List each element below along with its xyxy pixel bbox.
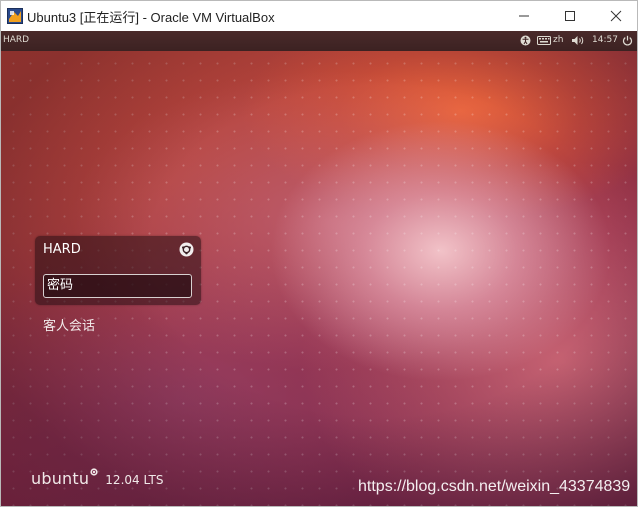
circle-of-friends-icon (90, 461, 98, 476)
panel-clock[interactable]: 14:57 (592, 35, 618, 45)
virtualbox-window: Ubuntu3 [正在运行] - Oracle VM VirtualBox HA… (0, 0, 638, 507)
minimize-button[interactable] (501, 1, 547, 31)
close-icon (610, 10, 622, 22)
login-box: HARD 密码 (35, 236, 201, 305)
close-button[interactable] (593, 1, 638, 31)
keyboard-icon[interactable] (537, 36, 551, 45)
guest-session-link[interactable]: 客人会话 (43, 315, 95, 334)
ubuntu-logo: ubuntu 12.04 LTS (31, 461, 163, 488)
login-username[interactable]: HARD (43, 242, 81, 257)
volume-icon[interactable] (571, 35, 585, 46)
minimize-icon (519, 15, 529, 17)
maximize-button[interactable] (547, 1, 593, 31)
accessibility-icon[interactable] (520, 35, 531, 46)
top-panel: HARD zh 14:57 (1, 31, 637, 51)
maximize-icon (565, 11, 575, 21)
watermark-url: https://blog.csdn.net/weixin_43374839 (358, 478, 631, 495)
vm-display[interactable]: HARD zh 14:57 HARD 密码 客人会话 ubuntu 12.04 … (1, 31, 637, 506)
power-icon[interactable] (622, 35, 633, 46)
ubuntu-wordmark: ubuntu (31, 469, 90, 488)
password-field[interactable]: 密码 (43, 274, 192, 298)
window-title: Ubuntu3 [正在运行] - Oracle VM VirtualBox (27, 9, 275, 25)
input-language-label[interactable]: zh (553, 35, 563, 45)
virtualbox-icon (7, 8, 23, 24)
panel-hostname: HARD (3, 35, 30, 45)
window-titlebar[interactable]: Ubuntu3 [正在运行] - Oracle VM VirtualBox (1, 1, 637, 31)
ubuntu-version: 12.04 LTS (105, 473, 164, 487)
session-options-icon[interactable] (179, 242, 194, 257)
